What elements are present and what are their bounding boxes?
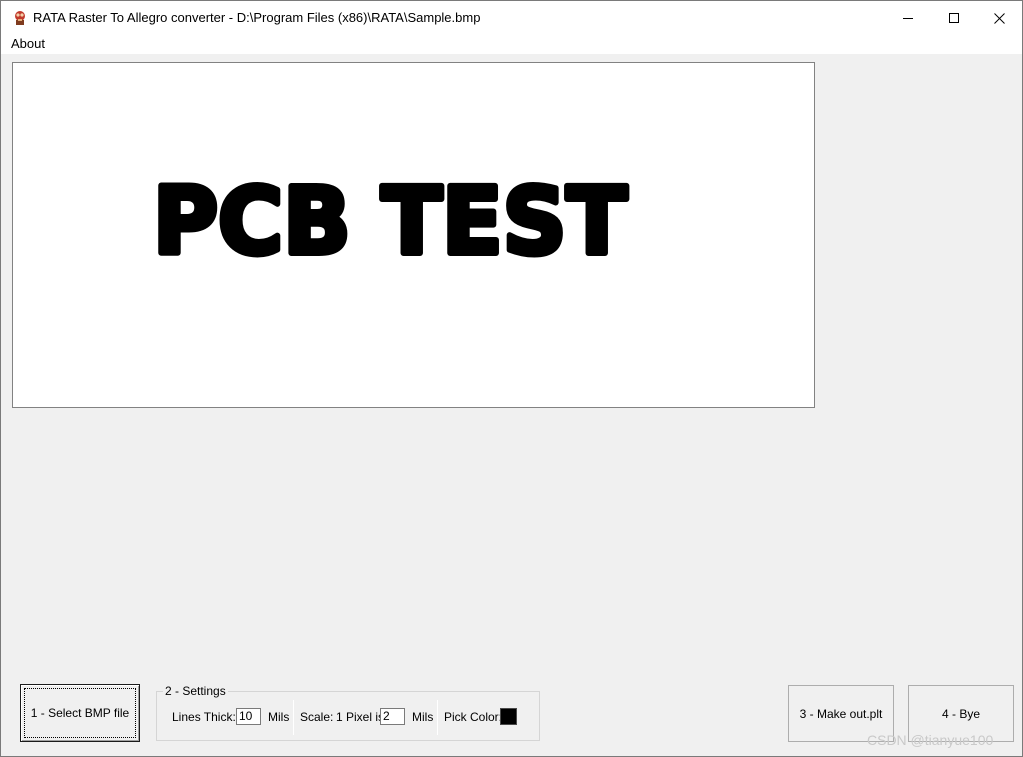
bitmap-image: PCB TEST <box>150 165 630 278</box>
select-bmp-button[interactable]: 1 - Select BMP file <box>20 684 140 742</box>
scale-label: Scale: <box>300 710 334 724</box>
pick-color-label: Pick Color: <box>444 710 503 724</box>
settings-group: 2 - Settings Lines Thick: 10 Mils Scale:… <box>156 684 540 741</box>
pick-color-swatch[interactable] <box>500 708 517 725</box>
menu-about[interactable]: About <box>11 36 45 51</box>
lines-thick-label: Lines Thick: <box>172 710 236 724</box>
close-icon <box>993 12 1005 24</box>
maximize-button[interactable] <box>931 1 977 35</box>
bitmap-preview: PCB TEST <box>12 62 815 408</box>
window-title: RATA Raster To Allegro converter - D:\Pr… <box>33 10 481 25</box>
pixel-label: 1 Pixel is <box>336 710 385 724</box>
pixel-scale-input[interactable]: 2 <box>380 708 405 725</box>
minimize-icon <box>903 18 913 19</box>
pixel-scale-unit: Mils <box>412 710 434 724</box>
maximize-icon <box>949 13 959 23</box>
focus-rect <box>24 688 136 738</box>
lines-thick-unit: Mils <box>268 710 290 724</box>
bitmap-text: PCB TEST <box>153 168 627 275</box>
make-plt-label: 3 - Make out.plt <box>799 706 883 721</box>
watermark: CSDN @tianyue100 <box>867 732 994 748</box>
menu-bar: About <box>1 35 1022 54</box>
app-window: RATA Raster To Allegro converter - D:\Pr… <box>0 0 1023 757</box>
minimize-button[interactable] <box>885 1 931 35</box>
close-button[interactable] <box>976 1 1022 35</box>
title-bar[interactable]: RATA Raster To Allegro converter - D:\Pr… <box>1 1 1022 35</box>
lines-thick-input[interactable]: 10 <box>236 708 261 725</box>
divider <box>437 700 438 735</box>
divider <box>293 700 294 735</box>
rata-app-icon <box>15 11 25 25</box>
bye-label: 4 - Bye <box>941 706 980 721</box>
settings-legend: 2 - Settings <box>163 684 228 698</box>
